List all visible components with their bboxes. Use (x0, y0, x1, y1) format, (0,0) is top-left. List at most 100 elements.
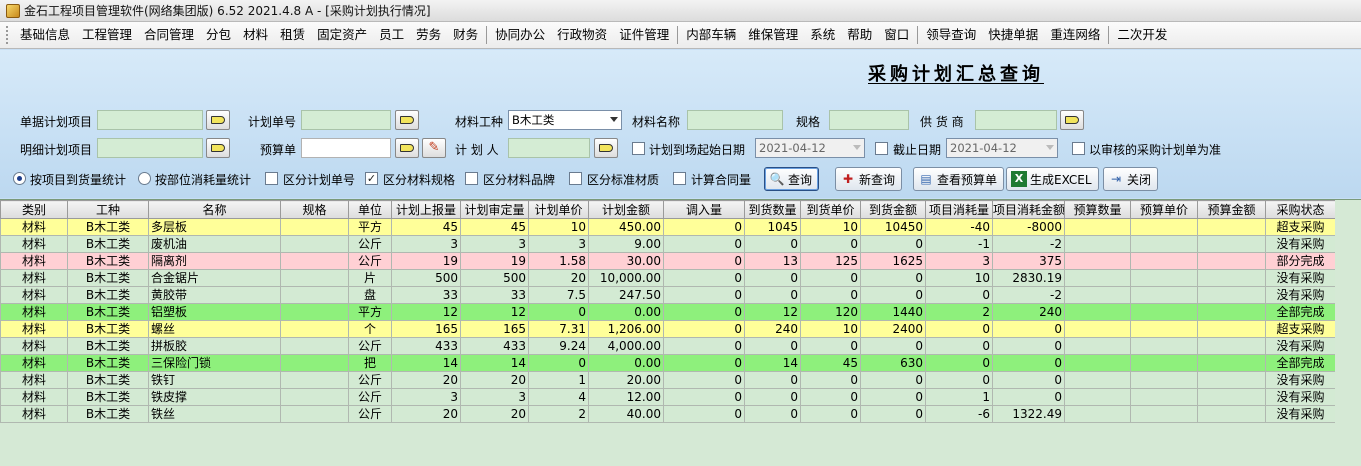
table-row[interactable]: 材料 B木工类 铁钉 公斤 20 20 1 20.00 0 0 0 0 0 0 没有采购 (0, 371, 1336, 389)
column-header[interactable]: 项目消耗金额 (992, 200, 1065, 219)
menu-item[interactable]: 分包 (200, 25, 237, 45)
menu-item[interactable]: 合同管理 (138, 25, 200, 45)
table-row[interactable]: 材料 B木工类 螺丝个 165 165 7.31 1,206.00 0 240 10 2400 0 0 超… (0, 320, 1336, 338)
table-cell: 0 (663, 235, 745, 253)
table-row[interactable]: 材料 B木工类 合金锯片片 500 500 20 10,000.00 0 0 0 0 10 2830.1… (0, 269, 1336, 287)
new-query-button[interactable]: ✚ 新查询 (835, 167, 903, 191)
menu-item[interactable]: 财务 (447, 25, 484, 45)
table-row[interactable]: 材料 B木工类 黄胶带盘 33 33 7.5 247.50 0 0 0 0 0 -2 没有采购 (0, 286, 1336, 304)
budget-picker-button[interactable] (395, 138, 419, 158)
chk-brand[interactable] (465, 172, 478, 185)
menu-item[interactable]: 系统 (804, 25, 841, 45)
doc-project-input[interactable] (97, 110, 203, 130)
plan-no-input[interactable] (301, 110, 391, 130)
table-row[interactable]: 材料 B木工类 铁皮撑 公斤 3 3 4 12.00 0 0 0 0 1 0 没有采购 (0, 388, 1336, 406)
menu-item[interactable]: 帮助 (841, 25, 878, 45)
radio-part-consumption[interactable] (138, 172, 151, 185)
table-row[interactable]: 材料 B木工类 多层板 平方 45 45 10 450.00 0 1045 10 10450 -40 -8… (0, 218, 1336, 236)
menu-item[interactable]: 劳务 (410, 25, 447, 45)
column-header[interactable]: 规格 (280, 200, 349, 219)
column-header[interactable]: 到货数量 (744, 200, 801, 219)
chk-standard[interactable] (569, 172, 582, 185)
doc-project-picker-button[interactable] (206, 110, 230, 130)
plan-no-picker-button[interactable] (395, 110, 419, 130)
toolbar-grip[interactable] (6, 26, 10, 44)
arrival-start-date-picker[interactable]: 2021-04-12 (755, 138, 865, 158)
menu-item[interactable]: 协同办公 (489, 25, 551, 45)
chk-spec[interactable]: ✓ (365, 172, 378, 185)
column-header[interactable]: 预算单价 (1130, 200, 1198, 219)
table-cell: 公斤 (348, 235, 392, 253)
column-header[interactable]: 工种 (67, 200, 149, 219)
menu-item[interactable]: 证件管理 (613, 25, 675, 45)
detail-project-input[interactable] (97, 138, 203, 158)
menu-item[interactable]: 材料 (237, 25, 274, 45)
table-cell (1130, 388, 1198, 406)
detail-project-picker-button[interactable] (206, 138, 230, 158)
table-row[interactable]: 材料 B木工类 拼板胶 公斤 433 433 9.24 4,000.00 0 0 0 0 0 0 没有采购 (0, 337, 1336, 355)
menu-item[interactable]: 工程管理 (76, 25, 138, 45)
budget-input[interactable] (301, 138, 391, 158)
arrival-start-checkbox[interactable] (632, 142, 645, 155)
table-row[interactable]: 材料 B木工类 三保险门锁把 14 14 0 0.00 0 14 45 630 0 0 全部完成 (0, 354, 1336, 372)
table-cell: 3 (528, 235, 589, 253)
menu-item[interactable]: 领导查询 (920, 25, 982, 45)
menu-item[interactable]: 窗口 (878, 25, 915, 45)
column-header[interactable]: 项目消耗量 (925, 200, 993, 219)
column-header[interactable]: 预算金额 (1197, 200, 1266, 219)
column-header[interactable]: 调入量 (663, 200, 745, 219)
menu-item[interactable]: 租赁 (274, 25, 311, 45)
menu-item[interactable]: 二次开发 (1111, 25, 1173, 45)
menu-item[interactable]: 内部车辆 (680, 25, 742, 45)
table-cell (280, 286, 349, 304)
material-type-select[interactable]: B木工类 (508, 110, 622, 130)
table-row[interactable]: 材料 B木工类 隔离剂 公斤 19 19 1.58 30.00 0 13 125 1625 3 375 部分… (0, 252, 1336, 270)
query-button[interactable]: 🔍 查询 (764, 167, 820, 191)
column-header[interactable]: 计划上报量 (391, 200, 461, 219)
menu-item[interactable]: 快捷单据 (982, 25, 1044, 45)
table-row[interactable]: 材料 B木工类 铝塑板 平方 12 12 0 0.00 0 12 120 1440 2 240 全部完成 (0, 303, 1336, 321)
planner-picker-button[interactable] (594, 138, 618, 158)
close-button[interactable]: ⇥ 关闭 (1103, 167, 1159, 191)
table-cell: 0 (663, 303, 745, 321)
column-header[interactable]: 计划审定量 (460, 200, 529, 219)
supplier-input[interactable] (975, 110, 1057, 130)
table-header-row: 类别 工种 名称 规格 单位 计划上报量 计划审定量 计划单价 计划金额 调入量 到货数量 到货单价到… (0, 200, 1336, 219)
chk-contract[interactable] (673, 172, 686, 185)
menu-item[interactable]: 基础信息 (14, 25, 76, 45)
column-header[interactable]: 计划金额 (588, 200, 664, 219)
menu-item[interactable]: 维保管理 (742, 25, 804, 45)
table-row[interactable]: 材料 B木工类 铁丝 公斤 20 20 2 40.00 0 0 0 0 -6 1322.49 没有采购 (0, 405, 1336, 423)
column-header[interactable]: 计划单价 (528, 200, 589, 219)
table-cell: 隔离剂 (148, 252, 281, 270)
table-cell (1130, 303, 1198, 321)
brush-icon[interactable]: ✎ (422, 138, 446, 158)
column-header[interactable]: 类别 (0, 200, 68, 219)
column-header[interactable]: 到货单价 (800, 200, 861, 219)
column-header[interactable]: 预算数量 (1064, 200, 1131, 219)
menu-item[interactable]: 员工 (373, 25, 410, 45)
excel-button[interactable]: X 生成EXCEL (1006, 167, 1099, 191)
supplier-picker-button[interactable] (1060, 110, 1084, 130)
view-budget-button[interactable]: ▤ 查看预算单 (913, 167, 1005, 191)
end-date-picker[interactable]: 2021-04-12 (946, 138, 1058, 158)
column-header[interactable]: 到货金额 (860, 200, 926, 219)
table-cell (1064, 388, 1131, 406)
table-cell: 公斤 (348, 337, 392, 355)
table-cell: 0 (744, 286, 801, 304)
column-header[interactable]: 名称 (148, 200, 281, 219)
chk-plan-no[interactable] (265, 172, 278, 185)
menu-item[interactable]: 行政物资 (551, 25, 613, 45)
radio-project-arrival[interactable] (13, 172, 26, 185)
table-row[interactable]: 材料 B木工类 废机油 公斤 3 3 3 9.00 0 0 0 0 -1 -2 没有采购 (0, 235, 1336, 253)
planner-input[interactable] (508, 138, 590, 158)
material-name-input[interactable] (687, 110, 783, 130)
menu-item[interactable]: 重连网络 (1044, 25, 1106, 45)
audited-only-checkbox[interactable] (1072, 142, 1085, 155)
arrival-start-date-value: 2021-04-12 (759, 141, 826, 155)
end-date-checkbox[interactable] (875, 142, 888, 155)
column-header[interactable]: 采购状态 (1265, 200, 1336, 219)
column-header[interactable]: 单位 (348, 200, 392, 219)
menu-item[interactable]: 固定资产 (311, 25, 373, 45)
spec-input[interactable] (829, 110, 909, 130)
